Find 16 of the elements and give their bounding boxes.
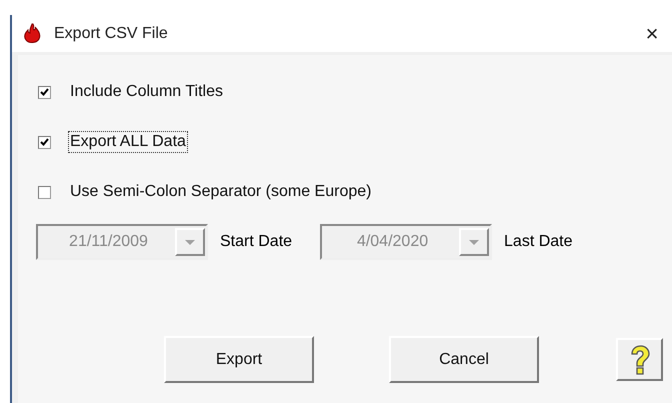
checkbox[interactable] bbox=[38, 86, 51, 98]
date-label: Last Date bbox=[504, 233, 573, 251]
export-button[interactable]: Export bbox=[164, 336, 314, 383]
help-button[interactable] bbox=[616, 338, 663, 381]
checkbox-label[interactable]: Use Semi-Colon Separator (some Europe) bbox=[68, 181, 374, 203]
checkbox-label[interactable]: Include Column Titles bbox=[68, 81, 225, 103]
caret-icon bbox=[469, 240, 480, 244]
checkbox[interactable] bbox=[38, 186, 51, 198]
caret-icon bbox=[185, 240, 195, 244]
window-title: Export CSV File bbox=[54, 24, 169, 42]
cancel-button[interactable]: Cancel bbox=[389, 336, 539, 383]
close-button[interactable]: × bbox=[632, 20, 672, 46]
checkbox[interactable] bbox=[38, 136, 51, 148]
date-label: Start Date bbox=[220, 233, 292, 251]
checkbox-label[interactable]: Export ALL Data bbox=[68, 131, 188, 153]
question-mark-icon bbox=[628, 344, 650, 374]
